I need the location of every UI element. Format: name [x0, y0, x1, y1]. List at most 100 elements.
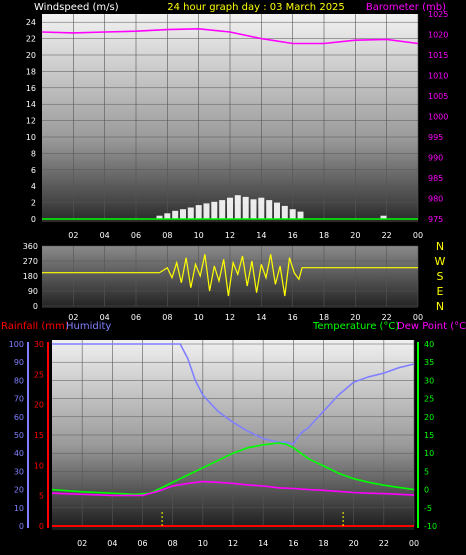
tick-label: 20	[26, 51, 36, 60]
x-tick-label: 14	[256, 313, 266, 322]
tick-label: 18	[26, 67, 36, 76]
wind-speed-bar	[297, 211, 304, 219]
x-tick-label: 02	[77, 539, 87, 548]
wind-speed-bar	[258, 197, 265, 219]
tick-label: 995	[428, 133, 443, 142]
wind-speed-bar	[289, 209, 296, 219]
tick-label: -5	[424, 504, 432, 513]
x-tick-label: 20	[349, 539, 359, 548]
tick-label: 1020	[428, 31, 448, 40]
x-tick-label: 14	[256, 231, 266, 240]
tick-label: 12	[26, 117, 36, 126]
compass-label: N	[436, 240, 444, 253]
x-tick-label: 10	[198, 539, 208, 548]
wind-direction-panel: 090180270360 NWSEN 02 04 06 08 10 12 14 16 18 20 2…	[23, 240, 446, 322]
wind-speed-bar	[242, 196, 249, 219]
wind-speed-bar	[266, 200, 273, 219]
tick-label: 30	[34, 340, 44, 349]
tick-label: 50	[14, 431, 24, 440]
tick-label: 990	[428, 154, 443, 163]
graph-title: 24 hour graph day : 03 March 2025	[167, 2, 345, 13]
x-tick-label: 16	[288, 539, 298, 548]
tick-label: 40	[14, 449, 24, 458]
tick-label: 90	[28, 287, 38, 296]
wind-baro-panel: 024681012141618202224 975980985990995100…	[26, 10, 449, 240]
tick-label: 0	[33, 302, 38, 311]
tick-label: 180	[23, 272, 38, 281]
tick-label: 16	[26, 84, 36, 93]
tick-label: 1000	[428, 113, 448, 122]
x-tick-label: 06	[131, 313, 141, 322]
tick-label: 1005	[428, 92, 448, 101]
wind-speed-bar	[211, 201, 218, 219]
tick-label: 360	[23, 242, 38, 251]
tick-label: 980	[428, 195, 443, 204]
tick-label: 20	[34, 401, 44, 410]
tick-label: 0	[31, 215, 36, 224]
tick-label: 270	[23, 257, 38, 266]
tick-label: 985	[428, 174, 443, 183]
tick-label: 975	[428, 215, 443, 224]
humidity-axis-title: Humidity	[66, 321, 111, 332]
temp-humidity-panel: Rainfall (mm) Humidity Temperature (°C) …	[1, 321, 466, 548]
compass-label: S	[437, 270, 444, 283]
wind-speed-bar	[172, 210, 179, 219]
tick-label: 10	[14, 504, 24, 513]
tick-label: 30	[14, 467, 24, 476]
x-tick-label: 16	[288, 231, 298, 240]
tick-label: 90	[14, 358, 24, 367]
wind-speed-bar	[227, 197, 233, 219]
tick-label: 15	[34, 431, 44, 440]
x-tick-label: 22	[382, 231, 392, 240]
temperature-axis-title: Temperature (°C)	[312, 321, 399, 332]
tick-label: 1015	[428, 51, 448, 60]
tick-label: 30	[424, 376, 434, 385]
tick-label: 22	[26, 35, 36, 44]
x-tick-label: 18	[318, 539, 328, 548]
x-tick-label: 08	[162, 231, 172, 240]
compass-label: W	[435, 255, 446, 268]
tick-label: 2	[31, 199, 36, 208]
x-tick-label: 20	[350, 231, 360, 240]
tick-label: 20	[14, 486, 24, 495]
wind-speed-bar	[281, 205, 288, 219]
x-tick-label: 12	[228, 539, 238, 548]
x-tick-label: 10	[194, 231, 204, 240]
tick-label: 0	[19, 522, 24, 531]
tick-label: 0	[39, 522, 44, 531]
tick-label: 60	[14, 413, 24, 422]
x-tick-label: 08	[162, 313, 172, 322]
weather-graph: Windspeed (m/s) 24 hour graph day : 03 M…	[1, 2, 466, 548]
wind-speed-bar	[219, 200, 226, 219]
rainfall-axis-title: Rainfall (mm)	[1, 321, 69, 332]
tick-label: 8	[31, 149, 36, 158]
x-tick-label: 06	[131, 231, 141, 240]
tick-label: 1010	[428, 72, 448, 81]
compass-label: E	[437, 285, 444, 298]
x-tick-label: 08	[168, 539, 178, 548]
tick-label: -10	[424, 522, 437, 531]
tick-label: 25	[34, 370, 44, 379]
dewpoint-axis-title: Dew Point (°C)	[397, 321, 466, 332]
wind-speed-bar	[203, 203, 210, 219]
x-tick-label: 12	[225, 313, 235, 322]
windspeed-axis-title: Windspeed (m/s)	[34, 2, 119, 13]
x-tick-label: 04	[100, 231, 110, 240]
x-tick-label: 10	[194, 313, 204, 322]
tick-label: 35	[424, 358, 434, 367]
wind-speed-bar	[250, 199, 257, 219]
x-tick-label: 06	[137, 539, 147, 548]
tick-label: 70	[14, 395, 24, 404]
tick-label: 10	[424, 449, 434, 458]
x-tick-label: 04	[107, 539, 117, 548]
tick-label: 10	[34, 461, 44, 470]
tick-label: 1025	[428, 10, 448, 19]
x-tick-label: 22	[379, 539, 389, 548]
x-tick-label: 00	[409, 539, 419, 548]
tick-label: 5	[424, 467, 429, 476]
x-tick-label: 12	[225, 231, 235, 240]
tick-label: 100	[9, 340, 24, 349]
x-tick-label: 00	[413, 231, 423, 240]
tick-label: 24	[26, 18, 36, 27]
x-tick-label: 02	[68, 231, 78, 240]
